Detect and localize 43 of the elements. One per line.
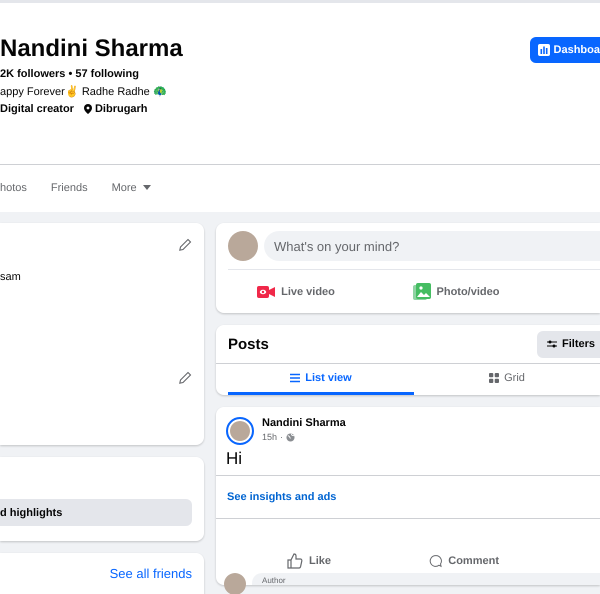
highlights-button[interactable]: d highlights [0,499,192,526]
dashboard-button[interactable]: Dashboa [530,37,600,63]
avatar [228,231,258,261]
location-pin-icon [84,104,92,114]
author-label: Author [262,576,286,585]
edit-pencil-icon[interactable] [178,238,192,252]
composer-action-button[interactable]: Live video [216,284,376,298]
status-input-field[interactable]: What's on your mind? [264,231,600,261]
post-action-button[interactable]: Like [274,553,344,569]
sliders-icon [547,340,557,348]
filters-button[interactable]: Filters [537,330,600,358]
follower-stats: 2K followers • 57 following [0,68,140,80]
thumbs-up-icon [286,553,303,569]
view-tab[interactable]: List view [228,364,414,395]
profile-tab[interactable]: Friends [50,182,88,194]
composer-action-button[interactable]: Photo/video [376,282,536,300]
bar-chart-icon [538,44,550,56]
intro-text: sam [0,271,21,283]
view-tab[interactable]: Grid [414,364,600,395]
list-icon [290,373,300,383]
video-camera-icon [257,284,276,298]
profile-tab[interactable]: More [112,182,151,194]
avatar [226,417,254,445]
insights-link[interactable]: See insights and ads [216,476,600,519]
photo-icon [412,282,431,300]
see-all-friends-link[interactable]: See all friends [110,566,192,581]
post-action-button[interactable]: Comment [429,553,499,569]
speech-bubble-icon [429,553,442,569]
avatar [224,573,246,594]
edit-pencil-icon[interactable] [178,371,192,385]
post-text: Hi [216,445,600,476]
separator-dot: · [280,432,284,442]
profile-detail: Digital creator [0,103,74,115]
caret-icon [142,185,151,190]
grid-icon [489,373,500,383]
post-author[interactable]: Nandini Sharma [262,417,346,429]
posts-title: Posts [228,336,269,352]
globe-icon [286,432,296,442]
profile-detail: Dibrugarh [94,103,148,115]
profile-bio: appy Forever✌ Radhe Radhe 🦚 [0,85,168,98]
post-time: 15h [262,432,278,442]
profile-tab[interactable]: hotos [0,182,27,194]
profile-name: Nandini Sharma [0,35,183,63]
